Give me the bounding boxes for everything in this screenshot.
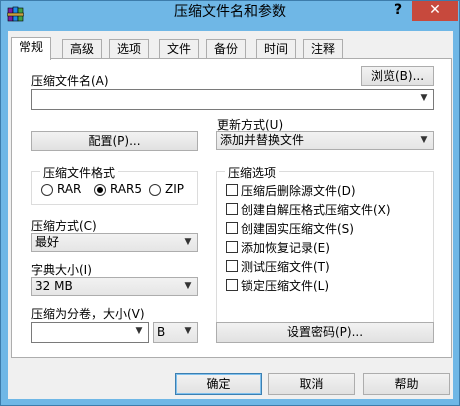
radio-rar-label: RAR xyxy=(57,182,82,196)
archiving-options-title: 压缩选项 xyxy=(225,164,280,181)
checkbox-recovery-record-label: 添加恢复记录(E) xyxy=(241,241,330,255)
archive-name-label: 压缩文件名(A) xyxy=(31,74,109,88)
radio-rar[interactable] xyxy=(41,184,53,196)
split-unit-value: B xyxy=(157,325,166,339)
compression-method-value: 最好 xyxy=(35,235,60,249)
checkbox-delete-after[interactable] xyxy=(226,184,238,196)
browse-button[interactable]: 浏览(B)... xyxy=(361,66,434,86)
radio-rar5[interactable] xyxy=(94,184,106,196)
radio-zip-label: ZIP xyxy=(165,182,184,196)
checkbox-sfx-label: 创建自解压格式压缩文件(X) xyxy=(241,203,391,217)
checkbox-sfx[interactable] xyxy=(226,203,238,215)
archiving-options-group: 压缩选项 压缩后删除源文件(D) 创建自解压格式压缩文件(X) 创建固实压缩文件… xyxy=(216,164,434,325)
chevron-down-icon: ▼ xyxy=(420,93,428,103)
dialog-body: 常规 高级 选项 文件 备份 时间 注释 压缩文件名(A) 浏览(B)... ▼… xyxy=(8,31,453,399)
split-unit-select[interactable]: B ▼ xyxy=(153,322,198,343)
checkbox-solid-label: 创建固实压缩文件(S) xyxy=(241,222,354,236)
checkbox-recovery-record[interactable] xyxy=(226,241,238,253)
compression-method-select[interactable]: 最好 ▼ xyxy=(31,233,198,252)
tab-time[interactable]: 时间 xyxy=(256,39,297,59)
chevron-down-icon: ▼ xyxy=(420,135,428,145)
update-mode-value: 添加并替换文件 xyxy=(220,133,305,147)
title-bar[interactable]: 压缩文件名和参数 ? ✕ xyxy=(1,1,459,29)
compression-method-label: 压缩方式(C) xyxy=(31,219,97,233)
chevron-down-icon: ▼ xyxy=(184,237,192,247)
dictionary-size-label: 字典大小(I) xyxy=(31,263,92,277)
update-mode-select[interactable]: 添加并替换文件 ▼ xyxy=(216,131,434,150)
tab-general[interactable]: 常规 xyxy=(11,37,52,60)
dictionary-size-select[interactable]: 32 MB ▼ xyxy=(31,277,198,296)
radio-selected-dot xyxy=(97,187,103,193)
ok-button[interactable]: 确定 xyxy=(175,373,262,395)
split-size-input[interactable]: ▼ xyxy=(31,322,149,343)
tab-options[interactable]: 选项 xyxy=(109,39,150,59)
chevron-down-icon: ▼ xyxy=(184,281,192,291)
checkbox-solid[interactable] xyxy=(226,222,238,234)
archive-format-group: 压缩文件格式 RAR RAR5 ZIP xyxy=(31,164,198,205)
tab-comment[interactable]: 注释 xyxy=(303,39,344,59)
checkbox-test-archive[interactable] xyxy=(226,260,238,272)
set-password-button[interactable]: 设置密码(P)... xyxy=(216,322,434,343)
chevron-down-icon: ▼ xyxy=(135,326,143,336)
close-button[interactable]: ✕ xyxy=(412,1,458,21)
checkbox-lock-archive[interactable] xyxy=(226,279,238,291)
general-panel: 压缩文件名(A) 浏览(B)... ▼ 更新方式(U) 添加并替换文件 ▼ 配置… xyxy=(11,58,452,358)
tab-backup[interactable]: 备份 xyxy=(206,39,247,59)
help-question-button[interactable]: ? xyxy=(386,1,410,21)
radio-rar5-label: RAR5 xyxy=(110,182,143,196)
radio-zip[interactable] xyxy=(149,184,161,196)
tab-advanced[interactable]: 高级 xyxy=(62,39,103,59)
archive-name-input[interactable]: ▼ xyxy=(31,89,434,110)
help-button[interactable]: 帮助 xyxy=(363,373,450,395)
profiles-button[interactable]: 配置(P)... xyxy=(31,131,198,151)
close-icon: ✕ xyxy=(429,2,441,18)
checkbox-delete-after-label: 压缩后删除源文件(D) xyxy=(241,184,356,198)
dialog-window: 压缩文件名和参数 ? ✕ 常规 高级 选项 文件 备份 时间 注释 压缩文件名(… xyxy=(0,0,460,406)
split-volumes-label: 压缩为分卷，大小(V) xyxy=(31,307,145,321)
checkbox-test-archive-label: 测试压缩文件(T) xyxy=(241,260,330,274)
tab-files[interactable]: 文件 xyxy=(159,39,200,59)
dictionary-size-value: 32 MB xyxy=(35,279,73,293)
chevron-down-icon: ▼ xyxy=(184,326,192,336)
archive-format-title: 压缩文件格式 xyxy=(40,164,119,181)
cancel-button[interactable]: 取消 xyxy=(268,373,355,395)
checkbox-lock-archive-label: 锁定压缩文件(L) xyxy=(241,279,330,293)
